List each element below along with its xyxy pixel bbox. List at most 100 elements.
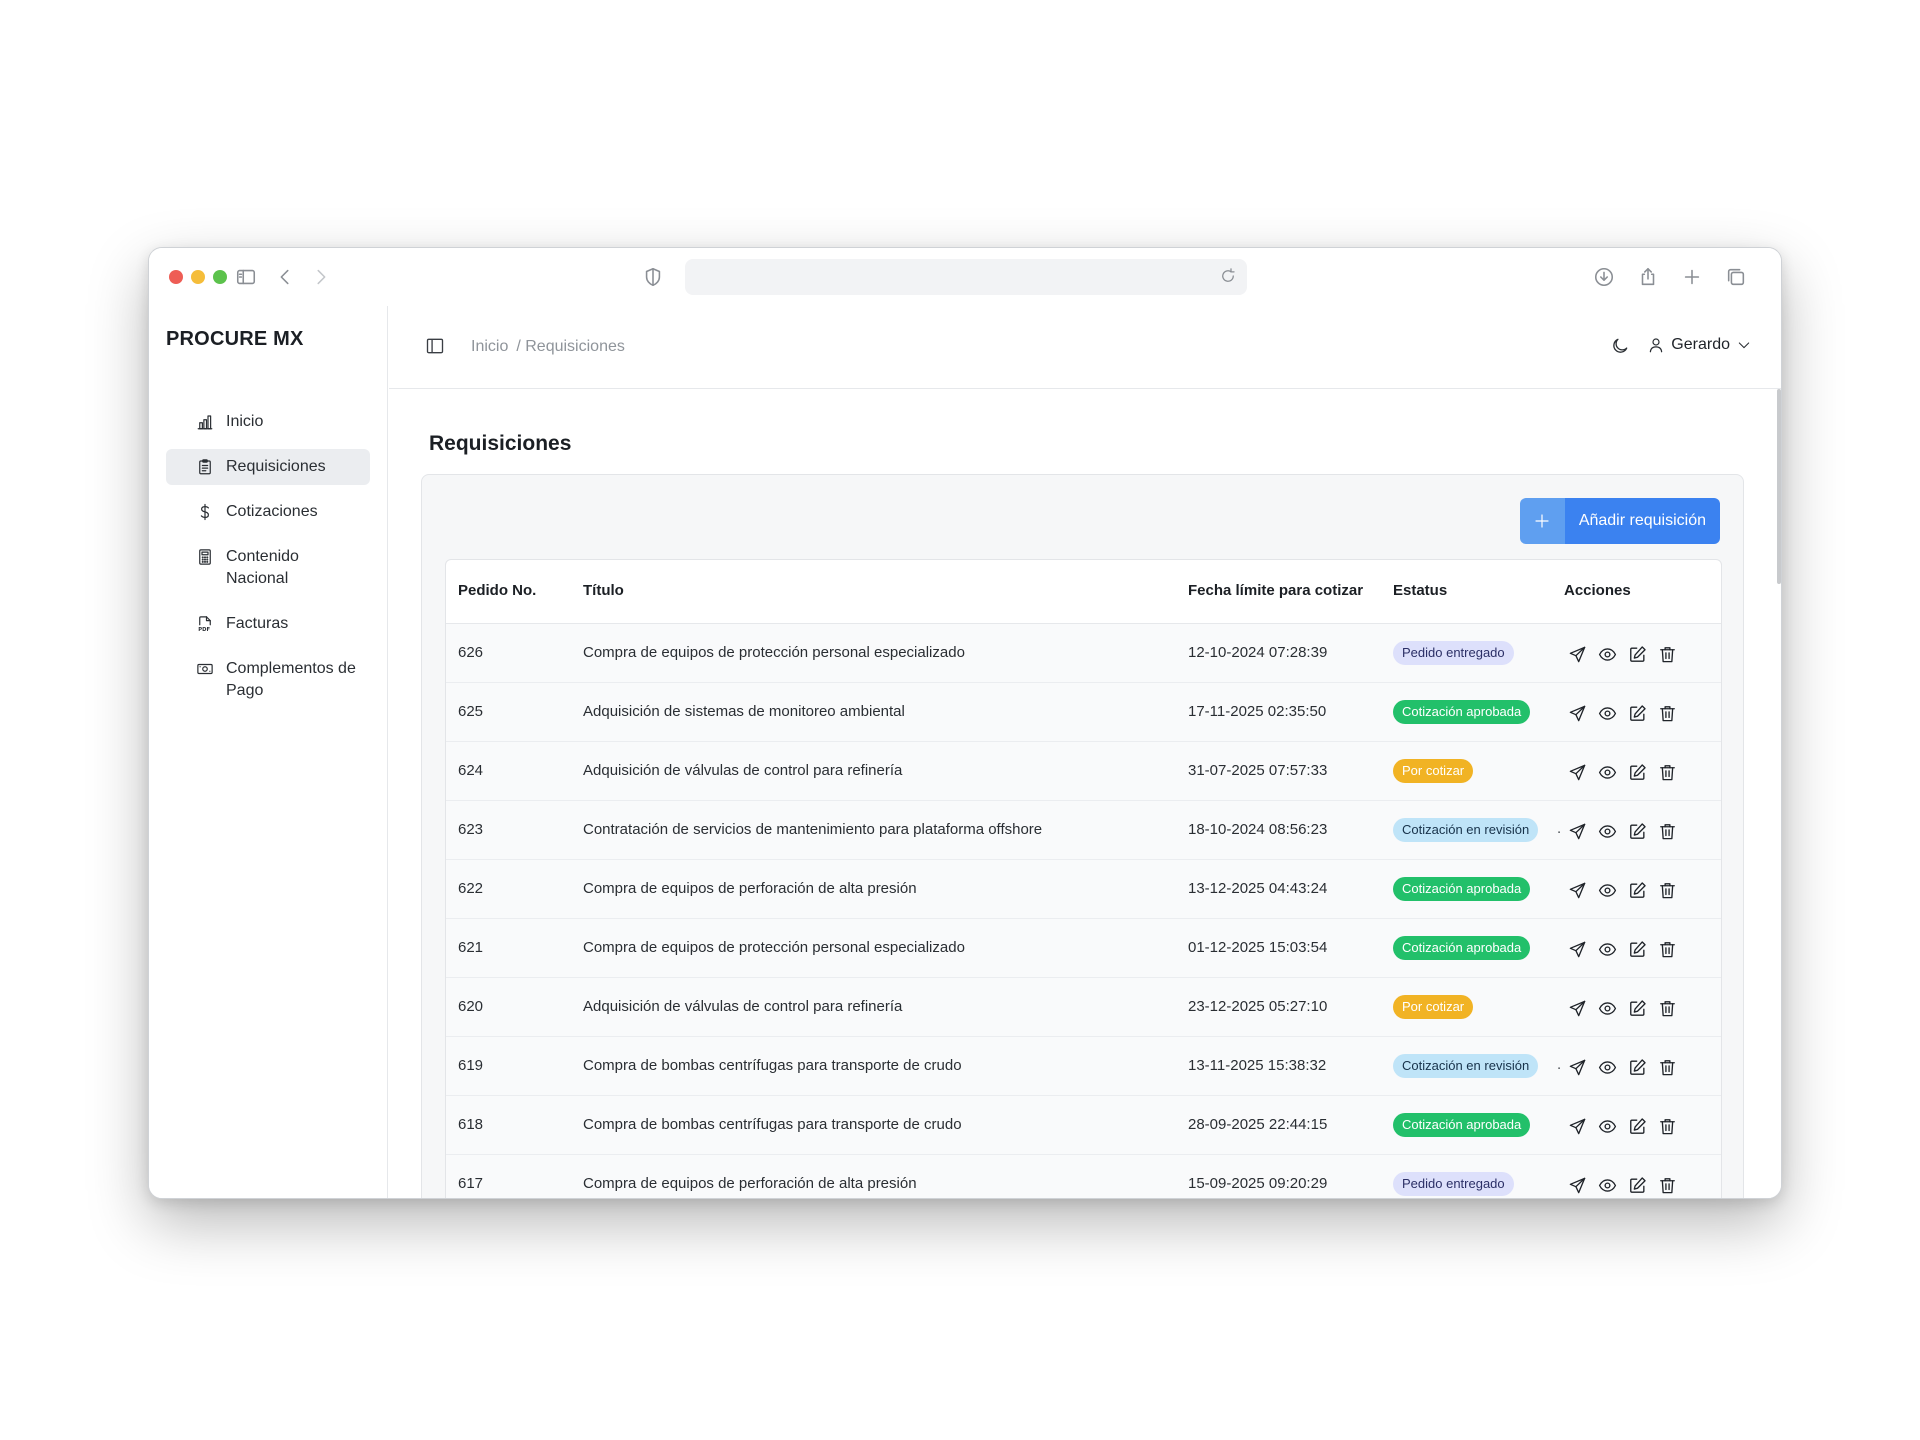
cell-fecha-limite: 28-09-2025 22:44:15 (1188, 1116, 1328, 1133)
add-requisition-button[interactable]: Añadir requisición (1519, 498, 1720, 544)
eye-icon[interactable] (1596, 820, 1618, 842)
zoom-window-button[interactable] (213, 270, 227, 284)
trash-icon[interactable] (1656, 1115, 1678, 1137)
trash-icon[interactable] (1656, 997, 1678, 1019)
column-header-acciones: Acciones (1564, 582, 1631, 599)
trash-icon[interactable] (1656, 879, 1678, 901)
cell-titulo: Compra de equipos de protección personal… (583, 644, 965, 661)
tab-overview-icon[interactable] (1722, 263, 1750, 291)
trash-icon[interactable] (1656, 1174, 1678, 1196)
reload-icon[interactable] (1219, 267, 1239, 287)
sidebar-item-inicio[interactable]: Inicio (166, 404, 370, 440)
table-row[interactable]: 621 Compra de equipos de protección perso… (446, 919, 1721, 978)
trash-icon[interactable] (1656, 820, 1678, 842)
scrollbar[interactable] (1774, 389, 1781, 1198)
table-row[interactable]: 618 Compra de bombas centrífugas para tra… (446, 1096, 1721, 1155)
sidebar-item-complementos-de-pago[interactable]: Complementos de Pago (166, 651, 370, 709)
edit-icon[interactable] (1626, 938, 1648, 960)
cell-fecha-limite: 15-09-2025 09:20:29 (1188, 1175, 1328, 1192)
send-icon[interactable] (1566, 938, 1588, 960)
send-icon[interactable] (1566, 879, 1588, 901)
status-badge: Pedido entregado (1393, 641, 1514, 665)
minimize-window-button[interactable] (191, 270, 205, 284)
back-icon[interactable] (271, 263, 299, 291)
sidebar-item-label: Inicio (226, 413, 264, 430)
edit-icon[interactable] (1626, 820, 1648, 842)
cell-pedido-no: 617 (458, 1175, 484, 1192)
trash-icon[interactable] (1656, 643, 1678, 665)
table-row[interactable]: 624 Adquisición de válvulas de control pa… (446, 742, 1721, 801)
send-icon[interactable] (1566, 997, 1588, 1019)
forward-icon[interactable] (307, 263, 335, 291)
user-menu[interactable]: Gerardo (1647, 336, 1752, 354)
table-row[interactable]: 619 Compra de bombas centrífugas para tra… (446, 1037, 1721, 1096)
trash-icon[interactable] (1656, 1056, 1678, 1078)
sidebar-item-contenido-nacional[interactable]: Contenido Nacional (166, 539, 370, 597)
panel-toggle-icon[interactable] (425, 336, 447, 358)
eye-icon[interactable] (1596, 643, 1618, 665)
sidebar-item-facturas[interactable]: PDF Facturas (166, 606, 370, 642)
sidebar-item-cotizaciones[interactable]: Cotizaciones (166, 494, 370, 530)
column-header-fecha[interactable]: Fecha límite para cotizar (1188, 582, 1363, 599)
table-row[interactable]: 626 Compra de equipos de protección perso… (446, 624, 1721, 683)
table-row[interactable]: 617 Compra de equipos de perforación de a… (446, 1155, 1721, 1198)
eye-icon[interactable] (1596, 1174, 1618, 1196)
scrollbar-thumb[interactable] (1777, 389, 1781, 584)
send-icon[interactable] (1566, 761, 1588, 783)
table-row[interactable]: 625 Adquisición de sistemas de monitoreo … (446, 683, 1721, 742)
table-row[interactable]: 620 Adquisición de válvulas de control pa… (446, 978, 1721, 1037)
trash-icon[interactable] (1656, 761, 1678, 783)
cell-fecha-limite: 13-12-2025 04:43:24 (1188, 880, 1328, 897)
trash-icon[interactable] (1656, 938, 1678, 960)
eye-icon[interactable] (1596, 1115, 1618, 1137)
send-icon[interactable] (1566, 643, 1588, 665)
chevron-down-icon (1738, 342, 1750, 349)
status-badge: Por cotizar (1393, 759, 1474, 783)
close-window-button[interactable] (169, 270, 183, 284)
send-icon[interactable] (1566, 1056, 1588, 1078)
shield-icon[interactable] (639, 263, 667, 291)
edit-icon[interactable] (1626, 1115, 1648, 1137)
app-header: Inicio / Requisiciones Gerardo (389, 306, 1781, 389)
send-icon[interactable] (1566, 1174, 1588, 1196)
bar-chart-icon (196, 413, 214, 431)
table-row[interactable]: 623 Contratación de servicios de mantenim… (446, 801, 1721, 860)
download-icon[interactable] (1590, 263, 1618, 291)
cell-pedido-no: 622 (458, 880, 484, 897)
moon-icon[interactable] (1610, 336, 1632, 358)
eye-icon[interactable] (1596, 702, 1618, 724)
breadcrumb-inicio[interactable]: Inicio (471, 338, 508, 356)
eye-icon[interactable] (1596, 761, 1618, 783)
column-header-titulo[interactable]: Título (583, 582, 624, 599)
eye-icon[interactable] (1596, 1056, 1618, 1078)
cell-titulo: Compra de bombas centrífugas para transp… (583, 1116, 962, 1133)
send-icon[interactable] (1566, 820, 1588, 842)
column-header-pedido[interactable]: Pedido No. (458, 582, 536, 599)
cell-fecha-limite: 12-10-2024 07:28:39 (1188, 644, 1328, 661)
sidebar-item-label: Facturas (226, 615, 289, 632)
cell-fecha-limite: 31-07-2025 07:57:33 (1188, 762, 1328, 779)
edit-icon[interactable] (1626, 761, 1648, 783)
send-icon[interactable] (1566, 702, 1588, 724)
sidebar-item-requisiciones[interactable]: Requisiciones (166, 449, 370, 485)
svg-text:PDF: PDF (198, 627, 210, 633)
cell-titulo: Compra de equipos de perforación de alta… (583, 1175, 917, 1192)
send-icon[interactable] (1566, 1115, 1588, 1137)
eye-icon[interactable] (1596, 997, 1618, 1019)
address-bar[interactable] (685, 259, 1247, 295)
column-header-estatus[interactable]: Estatus (1393, 582, 1447, 599)
share-icon[interactable] (1634, 263, 1662, 291)
edit-icon[interactable] (1626, 997, 1648, 1019)
edit-icon[interactable] (1626, 1056, 1648, 1078)
eye-icon[interactable] (1596, 879, 1618, 901)
new-tab-icon[interactable] (1678, 263, 1706, 291)
sidebar-toggle-icon[interactable] (232, 263, 260, 291)
edit-icon[interactable] (1626, 879, 1648, 901)
edit-icon[interactable] (1626, 643, 1648, 665)
edit-icon[interactable] (1626, 1174, 1648, 1196)
edit-icon[interactable] (1626, 702, 1648, 724)
eye-icon[interactable] (1596, 938, 1618, 960)
sidebar-nav: Inicio Requisiciones Cotizaciones Conten… (166, 404, 370, 718)
trash-icon[interactable] (1656, 702, 1678, 724)
table-row[interactable]: 622 Compra de equipos de perforación de a… (446, 860, 1721, 919)
